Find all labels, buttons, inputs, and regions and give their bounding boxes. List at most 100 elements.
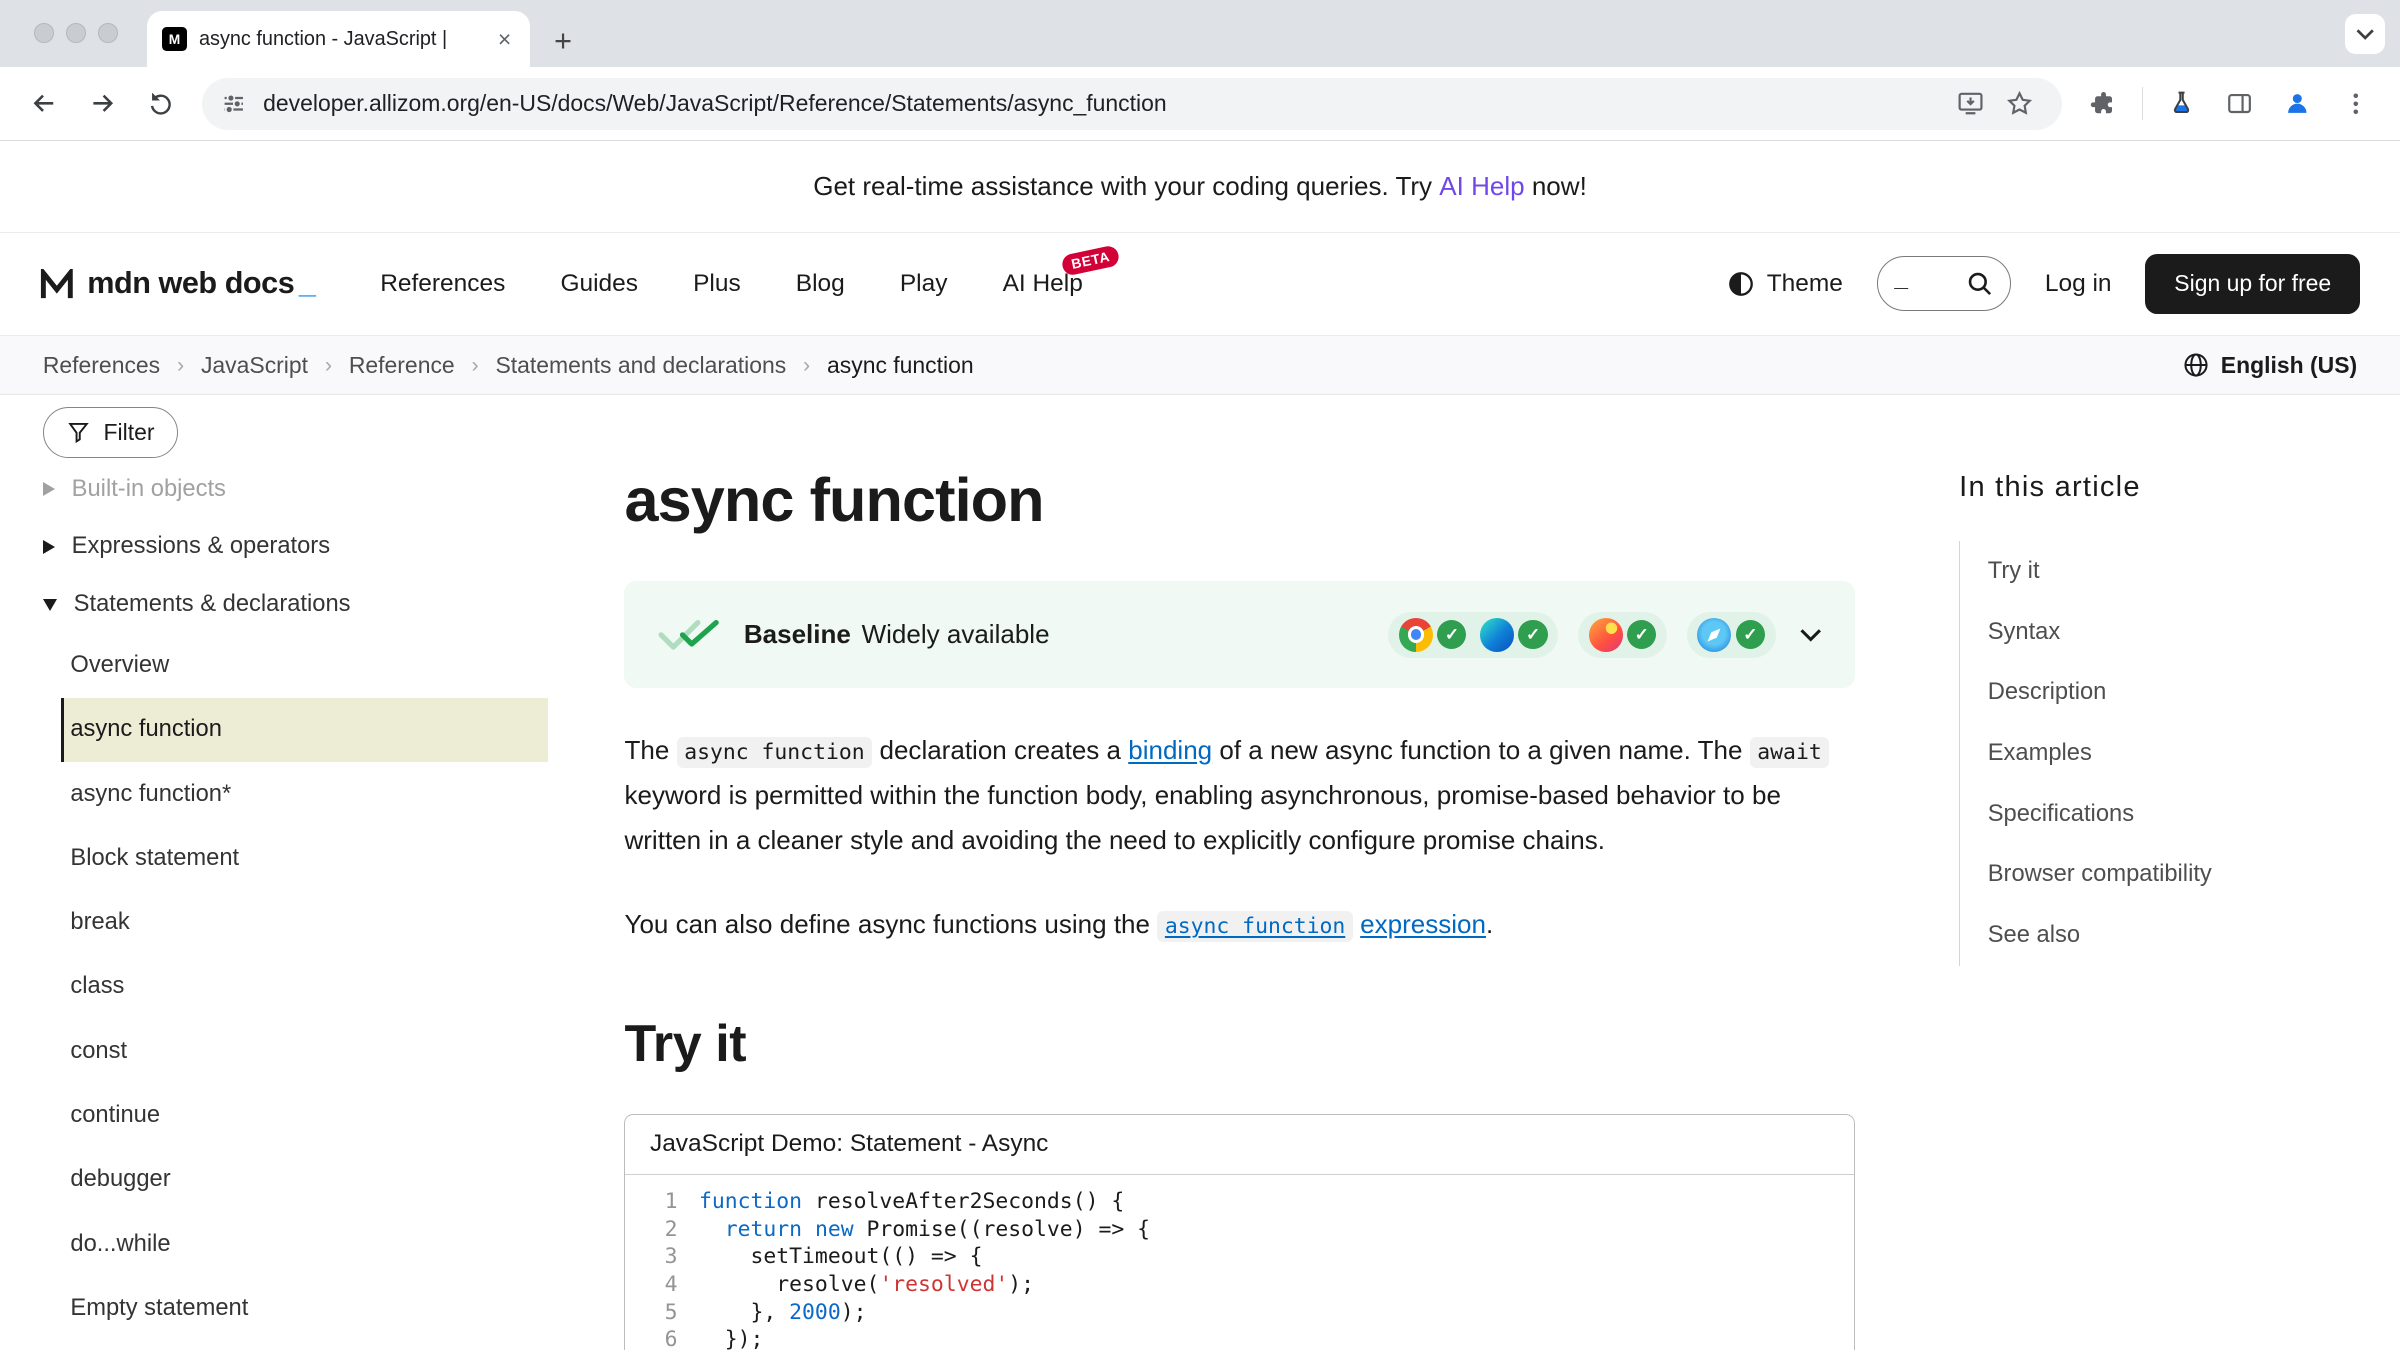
back-arrow-icon	[29, 88, 60, 119]
demo-code-editor[interactable]: 1function resolveAfter2Seconds() {2 retu…	[625, 1175, 1854, 1350]
site-header: mdn web docs _ References Guides Plus Bl…	[0, 233, 2400, 336]
labs-button[interactable]	[2155, 78, 2207, 130]
toc-item-try-it[interactable]: Try it	[1960, 541, 2400, 602]
back-button[interactable]	[18, 78, 70, 130]
sidebar-item-active-async-function[interactable]: async function	[61, 698, 548, 762]
ai-help-banner-link[interactable]: AI Help	[1439, 171, 1524, 202]
kebab-menu-icon	[2342, 90, 2370, 118]
disclosure-triangle-down-icon	[43, 599, 57, 611]
toc-item-see-also[interactable]: See also	[1960, 905, 2400, 966]
window-minimize-button[interactable]	[66, 23, 86, 43]
new-tab-button[interactable]: +	[554, 26, 572, 57]
breadcrumb-item[interactable]: Reference	[349, 352, 455, 379]
sidebar-nav: Built-in objects Expressions & operators…	[43, 461, 597, 1341]
sidebar-section-label: Expressions & operators	[72, 533, 330, 560]
sidebar-item-break[interactable]: break	[61, 890, 548, 954]
tab-search-chevron-button[interactable]	[2345, 14, 2385, 54]
sidebar-item-do-while[interactable]: do...while	[61, 1212, 548, 1276]
address-bar[interactable]: developer.allizom.org/en-US/docs/Web/Jav…	[202, 78, 2062, 130]
support-check-icon: ✓	[1437, 620, 1466, 649]
reload-button[interactable]	[135, 78, 187, 130]
sidebar-item-block-statement[interactable]: Block statement	[61, 826, 548, 890]
install-app-button[interactable]	[1949, 82, 1992, 125]
inline-code-link[interactable]: async function	[1157, 911, 1353, 942]
forward-button[interactable]	[76, 78, 128, 130]
install-desktop-icon	[1956, 89, 1985, 118]
nav-link-blog[interactable]: Blog	[796, 270, 845, 298]
sidebar-section-built-in-objects[interactable]: Built-in objects	[43, 461, 597, 519]
article-main: async function Baseline Widely available…	[597, 395, 1886, 1350]
nav-link-plus[interactable]: Plus	[693, 270, 741, 298]
expression-note-paragraph: You can also define async functions usin…	[624, 902, 1855, 947]
window-controls	[34, 23, 118, 43]
sidebar-section-label: Built-in objects	[72, 476, 226, 503]
breadcrumb-item[interactable]: JavaScript	[201, 352, 308, 379]
inline-link[interactable]: binding	[1128, 735, 1212, 765]
language-selector[interactable]: English (US)	[2183, 352, 2358, 379]
sidebar-item-const[interactable]: const	[61, 1019, 548, 1083]
baseline-indicator[interactable]: Baseline Widely available ✓ ✓ ✓ ✓	[624, 581, 1855, 688]
mdn-logo-underscore: _	[299, 266, 316, 301]
tab-close-icon[interactable]: ×	[495, 26, 515, 53]
browser-support-icons: ✓ ✓ ✓ ✓	[1388, 612, 1775, 658]
page-content: Filter Built-in objects Expressions & op…	[0, 395, 2400, 1350]
sidebar-section-statements-declarations[interactable]: Statements & declarations	[43, 576, 597, 634]
demo-title: JavaScript Demo: Statement - Async	[625, 1115, 1854, 1175]
toc-item-examples[interactable]: Examples	[1960, 723, 2400, 784]
search-input[interactable]: _	[1877, 256, 2012, 311]
chevron-down-icon	[1800, 628, 1821, 642]
toc-item-syntax[interactable]: Syntax	[1960, 602, 2400, 663]
side-panel-button[interactable]	[2213, 78, 2265, 130]
address-url[interactable]: developer.allizom.org/en-US/docs/Web/Jav…	[263, 90, 1946, 117]
main-nav: References Guides Plus Blog Play AI Help…	[380, 270, 1083, 298]
mdn-logo-text: mdn web docs	[87, 266, 294, 301]
baseline-label: Baseline	[744, 619, 851, 650]
intro-paragraph: The async function declaration creates a…	[624, 728, 1855, 862]
breadcrumb-item[interactable]: References	[43, 352, 160, 379]
baseline-check-icon	[658, 618, 719, 652]
inline-code: async function	[677, 737, 873, 768]
toc-item-browser-compatibility[interactable]: Browser compatibility	[1960, 844, 2400, 905]
profile-avatar-icon	[2282, 88, 2313, 119]
bookmark-button[interactable]	[1998, 82, 2041, 125]
mdn-logo[interactable]: mdn web docs _	[40, 266, 316, 301]
sidebar-item-continue[interactable]: continue	[61, 1083, 548, 1147]
sidebar-section-expressions-operators[interactable]: Expressions & operators	[43, 518, 597, 576]
toc-item-specifications[interactable]: Specifications	[1960, 784, 2400, 845]
toc-item-description[interactable]: Description	[1960, 662, 2400, 723]
nav-link-references[interactable]: References	[380, 270, 505, 298]
support-check-icon: ✓	[1518, 620, 1547, 649]
search-icon	[1967, 271, 1993, 297]
promo-text-after: now!	[1525, 171, 1587, 202]
nav-link-play[interactable]: Play	[900, 270, 948, 298]
toc-list: Try it Syntax Description Examples Speci…	[1959, 541, 2400, 966]
window-zoom-button[interactable]	[98, 23, 118, 43]
sidebar-filter-button[interactable]: Filter	[43, 407, 179, 457]
profile-button[interactable]	[2272, 78, 2324, 130]
chevron-down-icon	[2356, 28, 2374, 40]
theme-button[interactable]: Theme	[1728, 270, 1842, 298]
browser-toolbar: developer.allizom.org/en-US/docs/Web/Jav…	[0, 67, 2400, 140]
browser-menu-button[interactable]	[2330, 78, 2382, 130]
safari-icon	[1697, 618, 1731, 652]
breadcrumb-item[interactable]: Statements and declarations	[495, 352, 786, 379]
sidebar-item-overview[interactable]: Overview	[61, 633, 548, 697]
breadcrumb-separator: ›	[803, 353, 810, 378]
sidebar-item-class[interactable]: class	[61, 955, 548, 1019]
sidebar-item-empty-statement[interactable]: Empty statement	[61, 1276, 548, 1340]
tryit-heading: Try it	[624, 1014, 1855, 1074]
signup-button[interactable]: Sign up for free	[2145, 254, 2360, 315]
browser-tab[interactable]: M async function - JavaScript | ×	[147, 11, 530, 68]
chrome-icon	[1399, 618, 1433, 652]
support-group-firefox: ✓	[1578, 612, 1667, 658]
puzzle-icon	[2089, 89, 2118, 118]
sidebar-item-debugger[interactable]: debugger	[61, 1148, 548, 1212]
baseline-expand-button[interactable]	[1800, 628, 1821, 642]
extensions-button[interactable]	[2077, 78, 2129, 130]
inline-link[interactable]: expression	[1360, 909, 1486, 939]
site-settings-button[interactable]	[220, 90, 248, 118]
login-link[interactable]: Log in	[2045, 270, 2112, 298]
sidebar-item-async-function-star[interactable]: async function*	[61, 762, 548, 826]
nav-link-guides[interactable]: Guides	[560, 270, 638, 298]
window-close-button[interactable]	[34, 23, 54, 43]
